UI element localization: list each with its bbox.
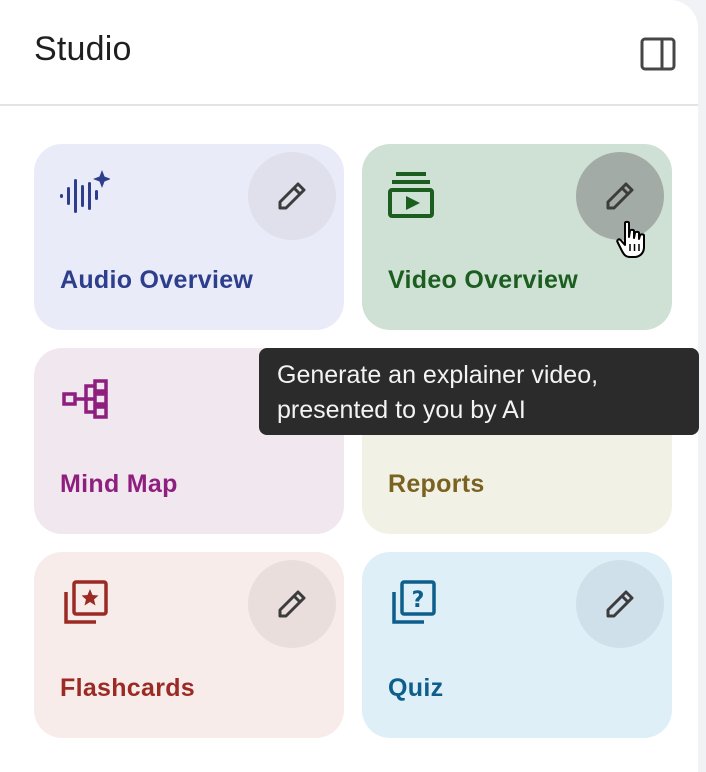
quiz-edit-button[interactable] xyxy=(576,560,664,648)
video-overview-tooltip: Generate an explainer video, presented t… xyxy=(259,348,699,435)
quiz-icon: ? xyxy=(392,580,436,624)
hand-pointer-cursor-icon xyxy=(616,220,645,258)
flashcards-icon xyxy=(64,580,108,624)
audio-overview-card[interactable]: Audio Overview xyxy=(34,144,344,330)
quiz-label: Quiz xyxy=(388,674,444,702)
mind-map-icon xyxy=(62,379,108,419)
quiz-card[interactable]: ? Quiz xyxy=(362,552,672,738)
collapse-panel-button[interactable] xyxy=(636,32,680,76)
audio-edit-button[interactable] xyxy=(248,152,336,240)
pencil-icon xyxy=(606,590,634,618)
svg-text:?: ? xyxy=(412,588,425,613)
pencil-icon xyxy=(278,590,306,618)
tooltip-line-2: presented to you by AI xyxy=(277,396,526,424)
reports-label: Reports xyxy=(388,470,485,498)
flashcards-card[interactable]: Flashcards xyxy=(34,552,344,738)
pencil-icon xyxy=(278,182,306,210)
side-panel-icon xyxy=(640,37,676,71)
studio-panel: Studio Audio Overview Video Overview Min… xyxy=(0,0,699,772)
flashcards-label: Flashcards xyxy=(60,674,196,702)
video-overview-label: Video Overview xyxy=(388,266,578,294)
flashcards-edit-button[interactable] xyxy=(248,560,336,648)
panel-title: Studio xyxy=(34,30,132,68)
video-stack-icon xyxy=(388,172,434,218)
audio-overview-label: Audio Overview xyxy=(60,266,254,294)
panel-header: Studio xyxy=(0,0,698,106)
tooltip-line-1: Generate an explainer video, xyxy=(277,361,599,389)
audio-sparkle-icon xyxy=(60,170,110,213)
mind-map-label: Mind Map xyxy=(60,470,178,498)
pencil-icon xyxy=(606,182,634,210)
